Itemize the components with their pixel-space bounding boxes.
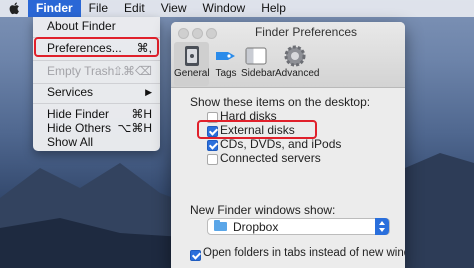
cds-dvds-ipods-label: CDs, DVDs, and iPods [220, 137, 342, 151]
tag-icon [216, 52, 235, 60]
menu-finder[interactable]: Finder [28, 0, 81, 17]
new-window-value: Dropbox [233, 220, 279, 234]
tab-sidebar[interactable]: Sidebar [241, 42, 276, 86]
menu-item-label: Services [47, 85, 94, 99]
tab-label: Advanced [275, 68, 320, 79]
highlight-box-external-disks [197, 120, 317, 139]
menu-item-show-all[interactable]: Show All [33, 134, 160, 150]
apple-icon[interactable] [0, 0, 28, 17]
folder-icon [214, 220, 227, 231]
general-icon [184, 46, 199, 66]
menu-separator [33, 60, 160, 61]
desktop-items-heading: Show these items on the desktop: [190, 95, 371, 109]
window-titlebar: Finder Preferences General Tags Sidebar [171, 22, 405, 88]
window-title: Finder Preferences [254, 25, 358, 39]
highlight-box-preferences [34, 37, 159, 57]
menu-item-empty-trash[interactable]: Empty Trash... ⇧⌘⌫ [33, 63, 160, 79]
general-pane: Show these items on the desktop: Hard di… [171, 88, 405, 268]
zoom-button[interactable] [206, 28, 217, 39]
tab-label: Tags [215, 68, 237, 79]
menu-bar: Finder File Edit View Window Help [0, 0, 474, 17]
open-folders-tabs-label: Open folders in tabs instead of new wind… [203, 247, 405, 259]
close-button[interactable] [178, 28, 189, 39]
gear-icon [284, 45, 306, 67]
tab-label: Sidebar [241, 68, 276, 79]
sidebar-icon [245, 47, 267, 65]
menu-help[interactable]: Help [253, 0, 294, 17]
menu-item-label: About Finder [47, 19, 116, 33]
menu-edit[interactable]: Edit [116, 0, 153, 17]
connected-servers-checkbox[interactable] [207, 154, 218, 165]
minimize-button[interactable] [192, 28, 203, 39]
menu-file[interactable]: File [81, 0, 116, 17]
tab-advanced[interactable]: Advanced [275, 42, 320, 86]
cds-dvds-ipods-checkbox[interactable] [207, 140, 218, 151]
connected-servers-label: Connected servers [220, 151, 321, 165]
popup-stepper-icon [375, 218, 389, 235]
tab-tags[interactable]: Tags [211, 42, 241, 86]
submenu-arrow-icon: ▶ [145, 87, 152, 97]
new-window-heading: New Finder windows show: [190, 203, 336, 217]
menu-item-shortcut: ⇧⌘⌫ [112, 64, 152, 78]
menu-separator [33, 103, 160, 104]
menu-item-about-finder[interactable]: About Finder [33, 18, 160, 34]
open-folders-tabs-checkbox[interactable] [190, 250, 201, 261]
menu-window[interactable]: Window [195, 0, 254, 17]
new-window-select[interactable]: Dropbox [207, 218, 390, 235]
menu-item-label: Show All [47, 135, 94, 149]
tab-label: General [174, 68, 210, 79]
menu-item-services[interactable]: Services ▶ [33, 84, 160, 100]
tab-general[interactable]: General [174, 42, 210, 86]
menu-view[interactable]: View [153, 0, 195, 17]
finder-preferences-window: Finder Preferences General Tags Sidebar [171, 22, 405, 268]
